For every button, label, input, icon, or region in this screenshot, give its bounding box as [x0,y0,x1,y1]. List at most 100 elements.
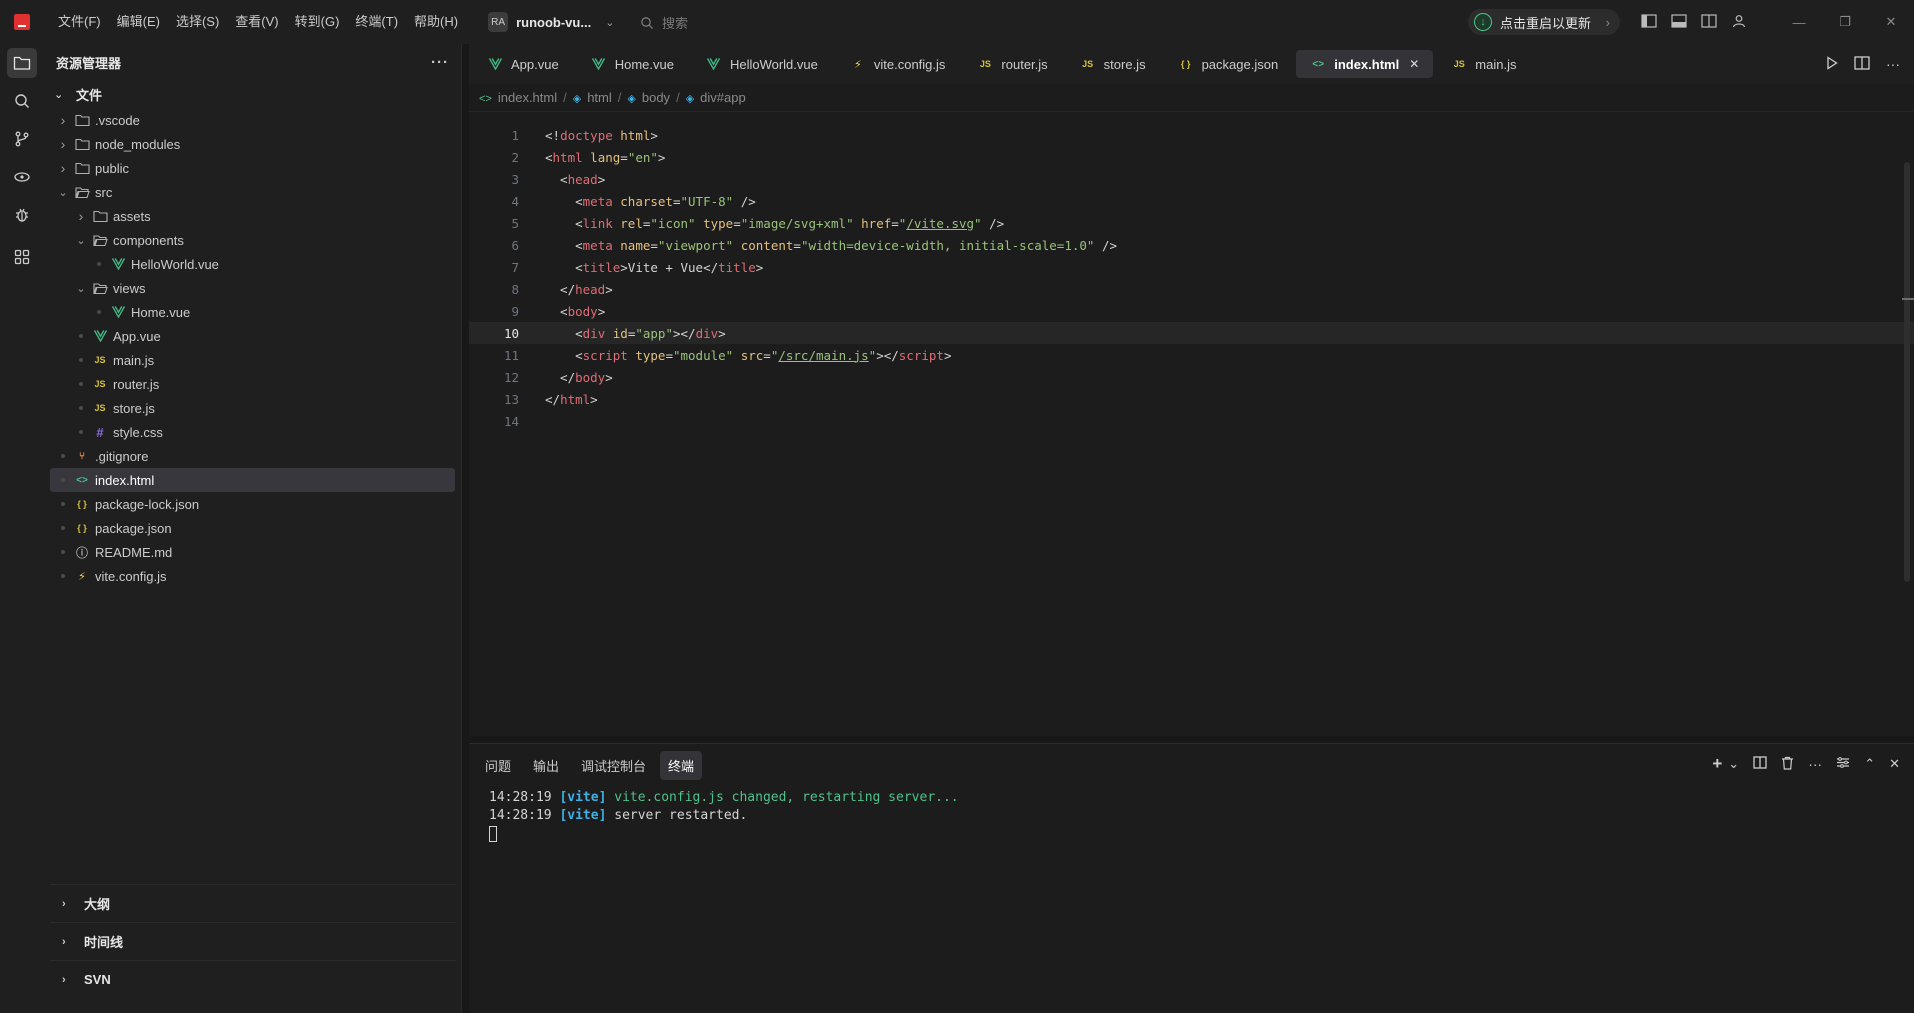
sidebar-section-0[interactable]: › 大纲 [50,884,456,922]
breadcrumb-item[interactable]: <> index.html [479,90,557,105]
tree-item-views[interactable]: ⌄ views [44,276,461,300]
close-panel-icon[interactable]: ✕ [1889,756,1900,772]
panel-tab[interactable]: 调试控制台 [573,751,654,780]
tab-home-vue[interactable]: Home.vue [577,50,688,78]
extensions-activity[interactable] [0,238,44,276]
tab-helloworld-vue[interactable]: HelloWorld.vue [692,50,832,78]
tree-item-style-css[interactable]: # style.css [44,420,461,444]
more-actions-icon[interactable]: ··· [1808,756,1822,772]
search-activity[interactable] [0,82,44,120]
tree-item-main-js[interactable]: JS main.js [44,348,461,372]
toggle-secondary-sidebar-icon[interactable] [1700,12,1718,30]
breadcrumb-item[interactable]: ◈ div#app [686,90,746,105]
sidebar-section-2[interactable]: › SVN [50,960,456,998]
tree-item-helloworld-vue[interactable]: HelloWorld.vue [44,252,461,276]
code-editor[interactable]: 1 <!doctype html> 2 <html lang="en"> 3 <head… [469,124,1914,432]
code-line[interactable]: 14 [469,410,1914,432]
run-icon[interactable] [1826,55,1838,73]
tree-item-node-modules[interactable]: › node_modules [44,132,461,156]
restart-update-button[interactable]: ↓ 点击重启以更新 › [1468,9,1620,35]
remote-activity[interactable] [0,158,44,196]
source-control-activity[interactable] [0,120,44,158]
code-line[interactable]: 4 <meta charset="UTF-8" /> [469,190,1914,212]
panel-tab[interactable]: 输出 [525,751,567,780]
panel-tab[interactable]: 终端 [660,750,703,780]
tree-item-store-js[interactable]: JS store.js [44,396,461,420]
code-line[interactable]: 13 </html> [469,388,1914,410]
breadcrumb-item[interactable]: ◈ body [627,90,670,105]
tree-item--vscode[interactable]: › .vscode [44,108,461,132]
chevron-down-icon[interactable]: ⌄ [1728,756,1739,772]
tab-store-js[interactable]: JS store.js [1066,50,1160,78]
trash-icon[interactable] [1781,756,1794,773]
tree-item-router-js[interactable]: JS router.js [44,372,461,396]
more-actions-icon[interactable]: ··· [1886,56,1900,73]
menu-item[interactable]: 转到(G) [287,0,348,44]
code-line[interactable]: 7 <title>Vite + Vue</title> [469,256,1914,278]
tree-item-package-json[interactable]: { } package.json [44,516,461,540]
new-terminal-icon[interactable]: + [1712,754,1722,774]
close-icon[interactable]: ✕ [1409,57,1419,71]
code-line[interactable]: 10 <div id="app"></div> [469,322,1914,344]
split-terminal-icon[interactable] [1753,756,1767,772]
tree-item-home-vue[interactable]: Home.vue [44,300,461,324]
more-actions-icon[interactable]: ··· [431,54,449,71]
tree-item--gitignore[interactable]: ⑂ .gitignore [44,444,461,468]
panel-tab[interactable]: 问题 [477,751,519,780]
menu-item[interactable]: 选择(S) [168,0,227,44]
toggle-primary-sidebar-icon[interactable] [1640,12,1658,30]
tab-label: HelloWorld.vue [729,56,818,72]
account-icon[interactable] [1730,12,1748,30]
code-line[interactable]: 2 <html lang="en"> [469,146,1914,168]
project-switcher[interactable]: RA runoob-vu... ⌄ [488,9,614,35]
maximize-panel-icon[interactable]: ⌃ [1864,756,1875,772]
tab-vite-config-js[interactable]: ⚡ vite.config.js [836,50,960,78]
debug-activity[interactable] [0,196,44,234]
sidebar-section-1[interactable]: › 时间线 [50,922,456,960]
tab-app-vue[interactable]: App.vue [473,50,573,78]
tree-item-public[interactable]: › public [44,156,461,180]
line-number: 14 [503,413,519,429]
code-line[interactable]: 8 </head> [469,278,1914,300]
menu-item[interactable]: 编辑(E) [109,0,168,44]
tree-item-app-vue[interactable]: App.vue [44,324,461,348]
tree-item-src[interactable]: ⌄ src [44,180,461,204]
tree-item-readme-md[interactable]: ⓘ README.md [44,540,461,564]
tab-index-html[interactable]: <> index.html ✕ [1296,50,1434,78]
tree-item-vite-config-js[interactable]: ⚡ vite.config.js [44,564,461,588]
menu-item[interactable]: 文件(F) [50,0,109,44]
menu-item[interactable]: 终端(T) [347,0,406,44]
files-section-header[interactable]: ⌄ 文件 [44,80,461,108]
toggle-panel-icon[interactable] [1670,12,1688,30]
sidebar-bottom-sections: › 大纲 › 时间线 › SVN [44,884,462,998]
code-line[interactable]: 9 <body> [469,300,1914,322]
explorer-activity[interactable] [0,44,44,82]
code-line[interactable]: 12 </body> [469,366,1914,388]
menu-item[interactable]: 帮助(H) [406,0,466,44]
split-editor-icon[interactable] [1854,55,1870,73]
tab-package-json[interactable]: { } package.json [1164,50,1293,78]
tree-item-package-lock-json[interactable]: { } package-lock.json [44,492,461,516]
tree-item-assets[interactable]: › assets [44,204,461,228]
tab-main-js[interactable]: JS main.js [1437,50,1530,78]
editor-scrollbar[interactable] [1904,162,1910,582]
app-logo-icon [14,14,30,30]
terminal-prompt[interactable] [489,826,1914,844]
terminal-output[interactable]: 14:28:19 [vite] vite.config.js changed, … [469,782,1914,844]
command-search[interactable]: 搜索 [640,13,688,32]
restore-icon[interactable]: ❐ [1822,0,1868,44]
panel-settings-icon[interactable] [1836,756,1850,772]
chevron-down-icon: ⌄ [605,16,615,29]
breadcrumb-item[interactable]: ◈ html [573,90,612,105]
tree-item-index-html[interactable]: <> index.html [50,468,455,492]
tree-item-components[interactable]: ⌄ components [44,228,461,252]
minimize-icon[interactable]: — [1776,0,1822,44]
code-line[interactable]: 1 <!doctype html> [469,124,1914,146]
code-line[interactable]: 6 <meta name="viewport" content="width=d… [469,234,1914,256]
menu-item[interactable]: 查看(V) [227,0,286,44]
close-window-icon[interactable]: ✕ [1868,0,1914,44]
tab-router-js[interactable]: JS router.js [963,50,1061,78]
code-line[interactable]: 3 <head> [469,168,1914,190]
code-line[interactable]: 11 <script type="module" src="/src/main.… [469,344,1914,366]
code-line[interactable]: 5 <link rel="icon" type="image/svg+xml" … [469,212,1914,234]
